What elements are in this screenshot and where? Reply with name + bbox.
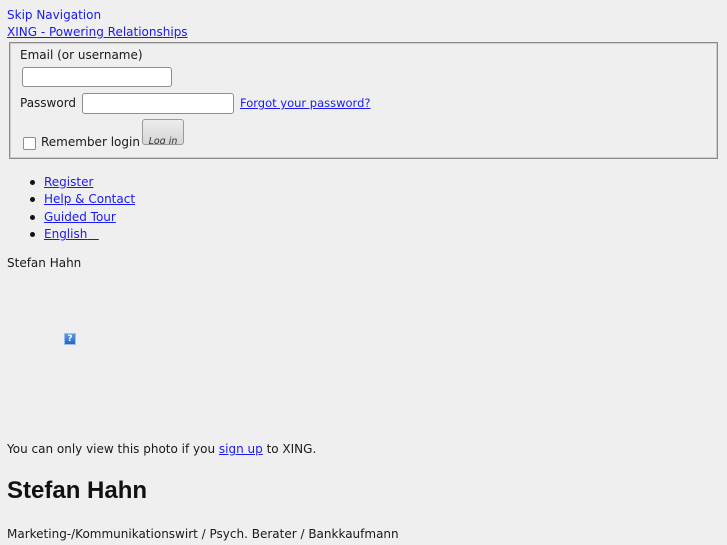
- missing-image-icon: ?: [64, 333, 76, 345]
- profile-name-text: Stefan Hahn: [7, 256, 82, 270]
- register-link[interactable]: Register: [44, 175, 93, 189]
- nav-item-help: Help & Contact: [30, 191, 135, 208]
- photo-note-suffix: to XING.: [262, 442, 317, 456]
- nav-item-tour: Guided Tour: [30, 209, 135, 226]
- photo-note: You can only view this photo if you sign…: [7, 442, 316, 456]
- sign-up-link[interactable]: sign up: [219, 442, 263, 456]
- nav-list: Register Help & Contact Guided Tour Engl…: [30, 174, 135, 244]
- profile-name-heading: Stefan Hahn: [7, 477, 148, 504]
- email-input[interactable]: [22, 67, 172, 87]
- bullet-icon: [30, 214, 35, 220]
- bullet-icon: [30, 232, 35, 238]
- password-label: Password: [20, 96, 77, 110]
- help-contact-link[interactable]: Help & Contact: [44, 192, 135, 206]
- password-input[interactable]: [82, 93, 234, 114]
- guided-tour-link[interactable]: Guided Tour: [44, 210, 116, 224]
- photo-note-prefix: You can only view this photo if you: [7, 442, 219, 456]
- login-button[interactable]: Log in: [142, 119, 184, 145]
- language-link[interactable]: English: [44, 227, 99, 241]
- bullet-icon: [30, 197, 35, 203]
- remember-login-label: Remember login: [41, 135, 140, 149]
- xing-home-link[interactable]: XING - Powering Relationships: [7, 25, 188, 39]
- profile-title: Marketing-/Kommunikationswirt / Psych. B…: [7, 527, 399, 541]
- skip-navigation-link[interactable]: Skip Navigation: [7, 8, 101, 22]
- bullet-icon: [30, 180, 35, 185]
- nav-item-register: Register: [30, 174, 135, 191]
- email-label: Email (or username): [20, 48, 143, 62]
- language-label: English: [44, 227, 88, 242]
- remember-login-checkbox[interactable]: [23, 137, 36, 150]
- nav-item-language: English: [30, 226, 135, 243]
- forgot-password-link[interactable]: Forgot your password?: [240, 96, 370, 110]
